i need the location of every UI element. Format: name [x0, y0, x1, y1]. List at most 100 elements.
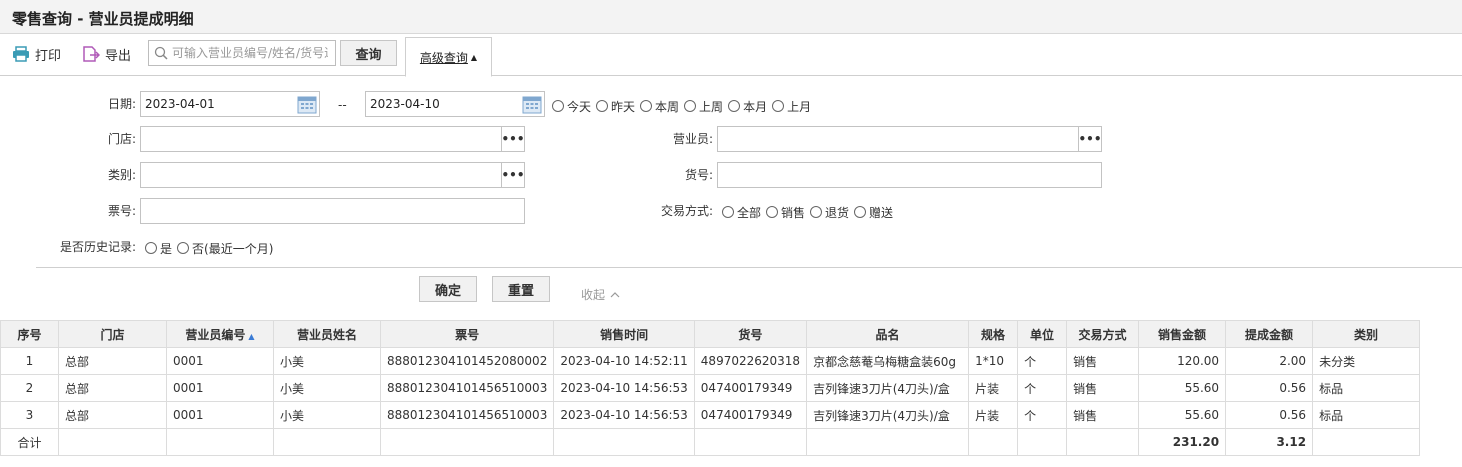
- radio-label: 退货: [825, 205, 850, 220]
- radio-today[interactable]: 今天: [552, 98, 591, 115]
- radio-trade-return[interactable]: 退货: [810, 204, 849, 221]
- radio-last-month[interactable]: 上月: [772, 98, 811, 115]
- date-to-field[interactable]: 2023-04-10: [365, 91, 545, 117]
- cell-trade-type: 销售: [1066, 347, 1140, 375]
- confirm-button[interactable]: 确定: [419, 276, 477, 302]
- column-header[interactable]: 提成金额: [1225, 320, 1314, 348]
- cell-ticket: 888012304101456510003: [379, 374, 555, 402]
- cell-clerk-name: 小美: [273, 374, 381, 402]
- collapse-link[interactable]: 收起: [581, 286, 621, 303]
- radio-last-week[interactable]: 上周: [684, 98, 723, 115]
- column-header-sorted[interactable]: 营业员编号 ▲: [166, 320, 274, 348]
- column-header[interactable]: 票号: [379, 320, 555, 348]
- cell-clerk-name: 小美: [273, 347, 381, 375]
- radio-trade-gift[interactable]: 赠送: [854, 204, 893, 221]
- column-header[interactable]: 品名: [806, 320, 970, 348]
- printer-icon: [13, 46, 29, 62]
- history-label: 是否历史记录:: [59, 240, 136, 254]
- cell-trade-type: 销售: [1066, 374, 1140, 402]
- radio-circle: [728, 100, 741, 112]
- ticket-label: 票号:: [107, 204, 136, 218]
- radio-circle: [684, 100, 697, 112]
- radio-this-week[interactable]: 本周: [640, 98, 679, 115]
- cell-index: 1: [0, 347, 59, 375]
- column-header[interactable]: 交易方式: [1066, 320, 1140, 348]
- empty-cell: [1312, 428, 1421, 456]
- empty-cell: [1017, 428, 1068, 456]
- empty-cell: [968, 428, 1019, 456]
- more-dots-icon[interactable]: •••: [501, 163, 525, 187]
- column-header[interactable]: 序号: [0, 320, 59, 348]
- store-field[interactable]: •••: [140, 126, 525, 152]
- clerk-field[interactable]: •••: [717, 126, 1102, 152]
- category-field[interactable]: •••: [140, 162, 525, 188]
- column-header[interactable]: 货号: [693, 320, 808, 348]
- column-header[interactable]: 销售金额: [1138, 320, 1227, 348]
- cell-sales-amount: 55.60: [1138, 401, 1227, 429]
- cell-sale-time: 2023-04-10 14:52:11: [553, 347, 695, 375]
- empty-cell: [379, 428, 555, 456]
- radio-circle: [177, 242, 190, 254]
- radio-history-no[interactable]: 否(最近一个月): [177, 240, 273, 257]
- radio-label: 否(最近一个月): [192, 241, 274, 256]
- radio-label: 销售: [781, 205, 806, 220]
- cell-commission: 0.56: [1225, 401, 1314, 429]
- column-header[interactable]: 单位: [1017, 320, 1068, 348]
- calendar-icon[interactable]: [297, 94, 317, 114]
- radio-trade-sale[interactable]: 销售: [766, 204, 805, 221]
- date-from-field[interactable]: 2023-04-01: [140, 91, 320, 117]
- query-button[interactable]: 查询: [340, 40, 397, 66]
- cell-trade-type: 销售: [1066, 401, 1140, 429]
- search-input[interactable]: [168, 46, 328, 60]
- column-header[interactable]: 规格: [968, 320, 1019, 348]
- calendar-icon[interactable]: [522, 94, 542, 114]
- cell-spec: 片装: [968, 401, 1019, 429]
- column-header[interactable]: 销售时间: [553, 320, 695, 348]
- clerk-label: 营业员:: [672, 132, 713, 146]
- empty-cell: [693, 428, 808, 456]
- cell-product-name: 吉列锋速3刀片(4刀头)/盒: [806, 374, 970, 402]
- empty-cell: [166, 428, 274, 456]
- cell-product-name: 吉列锋速3刀片(4刀头)/盒: [806, 401, 970, 429]
- cell-index: 3: [0, 401, 59, 429]
- advanced-query-tab[interactable]: 高级查询 ▲: [405, 37, 492, 77]
- toolbar: 打印 导出 查询 高级查询 ▲: [0, 34, 1462, 77]
- table-row[interactable]: 3 总部 0001 小美 888012304101456510003 2023-…: [0, 401, 1421, 429]
- radio-circle: [596, 100, 609, 112]
- column-header[interactable]: 类别: [1312, 320, 1421, 348]
- table-row[interactable]: 2 总部 0001 小美 888012304101456510003 2023-…: [0, 374, 1421, 402]
- collapse-label: 收起: [581, 288, 606, 302]
- empty-cell: [553, 428, 695, 456]
- export-icon: [83, 46, 100, 62]
- radio-circle: [145, 242, 157, 254]
- radio-circle: [552, 100, 564, 112]
- radio-label: 今天: [567, 99, 592, 114]
- table-row[interactable]: 1 总部 0001 小美 888012304101452080002 2023-…: [0, 347, 1421, 375]
- cell-sku: 047400179349: [693, 401, 808, 429]
- column-header[interactable]: 门店: [58, 320, 167, 348]
- trade-type-group: 全部 销售 退货 赠送: [722, 204, 898, 220]
- radio-circle: [640, 100, 653, 112]
- radio-yesterday[interactable]: 昨天: [596, 98, 635, 115]
- column-header-label: 营业员编号: [185, 327, 246, 342]
- more-dots-icon[interactable]: •••: [501, 127, 525, 151]
- cell-unit: 个: [1017, 374, 1068, 402]
- export-button[interactable]: 导出: [82, 44, 131, 64]
- cell-category: 未分类: [1312, 347, 1421, 375]
- radio-this-month[interactable]: 本月: [728, 98, 767, 115]
- total-label: 合计: [0, 428, 59, 456]
- radio-history-yes[interactable]: 是: [145, 240, 172, 257]
- cell-product-name: 京都念慈菴乌梅糖盒装60g: [806, 347, 970, 375]
- empty-cell: [58, 428, 167, 456]
- print-button[interactable]: 打印: [12, 44, 61, 64]
- reset-button[interactable]: 重置: [492, 276, 550, 302]
- ticket-field[interactable]: [140, 198, 525, 224]
- radio-circle: [766, 206, 779, 218]
- column-header[interactable]: 营业员姓名: [273, 320, 381, 348]
- cell-store: 总部: [58, 374, 167, 402]
- sku-field[interactable]: [717, 162, 1102, 188]
- empty-cell: [806, 428, 970, 456]
- date-from-value: 2023-04-01: [145, 97, 215, 111]
- radio-trade-all[interactable]: 全部: [722, 204, 761, 221]
- more-dots-icon[interactable]: •••: [1078, 127, 1102, 151]
